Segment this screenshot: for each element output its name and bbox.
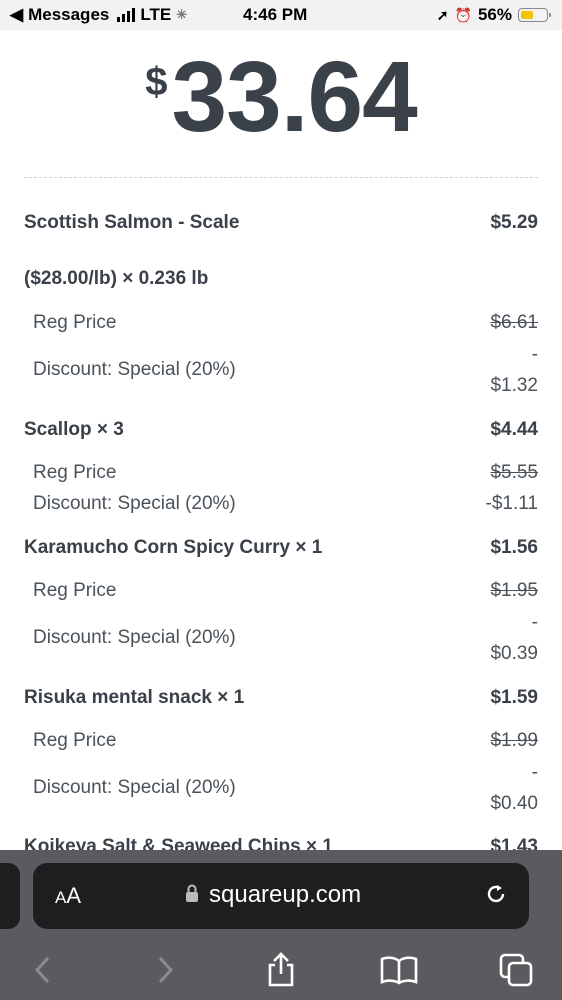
- discount-amount: $0.40: [490, 793, 538, 814]
- item-name: Scallop × 3: [24, 419, 124, 440]
- reg-price-row: Reg Price $1.95: [24, 580, 538, 602]
- discount-amount: $0.39: [490, 643, 538, 664]
- reload-icon[interactable]: [483, 881, 509, 912]
- item-name: Scottish Salmon - Scale: [24, 212, 240, 233]
- battery-percent: 56%: [477, 5, 512, 24]
- reg-price-label: Reg Price: [33, 312, 117, 333]
- browser-toolbar: [0, 945, 562, 1000]
- carrier-label: LTE: [140, 5, 172, 24]
- alarm-icon: ⏰: [454, 6, 472, 23]
- receipt-total: $33.64: [0, 40, 562, 155]
- tabs-icon[interactable]: [496, 950, 536, 990]
- back-icon[interactable]: [23, 950, 63, 990]
- discount-dash: -: [531, 612, 538, 633]
- item-name: Risuka mental snack × 1: [24, 687, 245, 708]
- battery-icon: [518, 8, 551, 22]
- address-bar[interactable]: AA squareup.com: [33, 863, 529, 929]
- status-bar: ◀ Messages LTE ✳ 4:46 PM ➚ ⏰ 56%: [0, 0, 562, 30]
- loading-spinner-icon: ✳: [176, 7, 188, 22]
- line-item-title: Scottish Salmon - Scale $5.29: [24, 212, 538, 234]
- reg-price-value: $1.95: [490, 580, 538, 601]
- reg-price-row: Reg Price $6.61: [24, 312, 538, 334]
- discount-row: Discount: Special (20%) -$1.11: [24, 493, 538, 515]
- reg-price-value: $1.99: [490, 730, 538, 751]
- reg-price-value: $6.61: [490, 312, 538, 333]
- bookmarks-icon[interactable]: [379, 950, 419, 990]
- discount-amount: -$1.11: [485, 493, 538, 514]
- discount-amount: $1.32: [490, 375, 538, 396]
- reg-price-label: Reg Price: [33, 580, 117, 601]
- item-price: $1.56: [490, 537, 538, 558]
- reg-price-value: $5.55: [490, 462, 538, 483]
- reg-price-row: Reg Price $5.55: [24, 462, 538, 484]
- previous-tab-peek[interactable]: [0, 863, 20, 929]
- discount-dash: -: [531, 762, 538, 783]
- forward-icon[interactable]: [145, 950, 185, 990]
- cellular-signal-icon: [117, 8, 136, 22]
- item-price: $4.44: [490, 419, 538, 440]
- browser-chrome: AA squareup.com: [0, 850, 562, 1000]
- lock-icon: [185, 881, 199, 909]
- item-price: $5.29: [490, 212, 538, 233]
- discount-label: Discount: Special (20%): [33, 493, 236, 514]
- text-size-button[interactable]: AA: [55, 883, 81, 909]
- line-item-title: Karamucho Corn Spicy Curry × 1 $1.56: [24, 537, 538, 559]
- discount-dash: -: [531, 344, 538, 365]
- line-item-title: Scallop × 3 $4.44: [24, 419, 538, 441]
- reg-price-row: Reg Price $1.99: [24, 730, 538, 752]
- line-item-title: Risuka mental snack × 1 $1.59: [24, 687, 538, 709]
- back-triangle-icon[interactable]: ◀: [10, 5, 23, 25]
- reg-price-label: Reg Price: [33, 730, 117, 751]
- item-weight-detail: ($28.00/lb) × 0.236 lb: [24, 268, 209, 289]
- item-price: $1.59: [490, 687, 538, 708]
- back-to-app-link[interactable]: Messages: [28, 5, 109, 25]
- share-icon[interactable]: [261, 950, 301, 990]
- total-currency-symbol: $: [145, 60, 168, 104]
- url-text[interactable]: squareup.com: [209, 881, 361, 909]
- dashed-divider: [24, 177, 538, 178]
- location-icon: ➚: [436, 6, 449, 23]
- item-name: Karamucho Corn Spicy Curry × 1: [24, 537, 323, 558]
- total-amount: 33.64: [171, 41, 418, 153]
- reg-price-label: Reg Price: [33, 462, 117, 483]
- clock: 4:46 PM: [243, 5, 308, 24]
